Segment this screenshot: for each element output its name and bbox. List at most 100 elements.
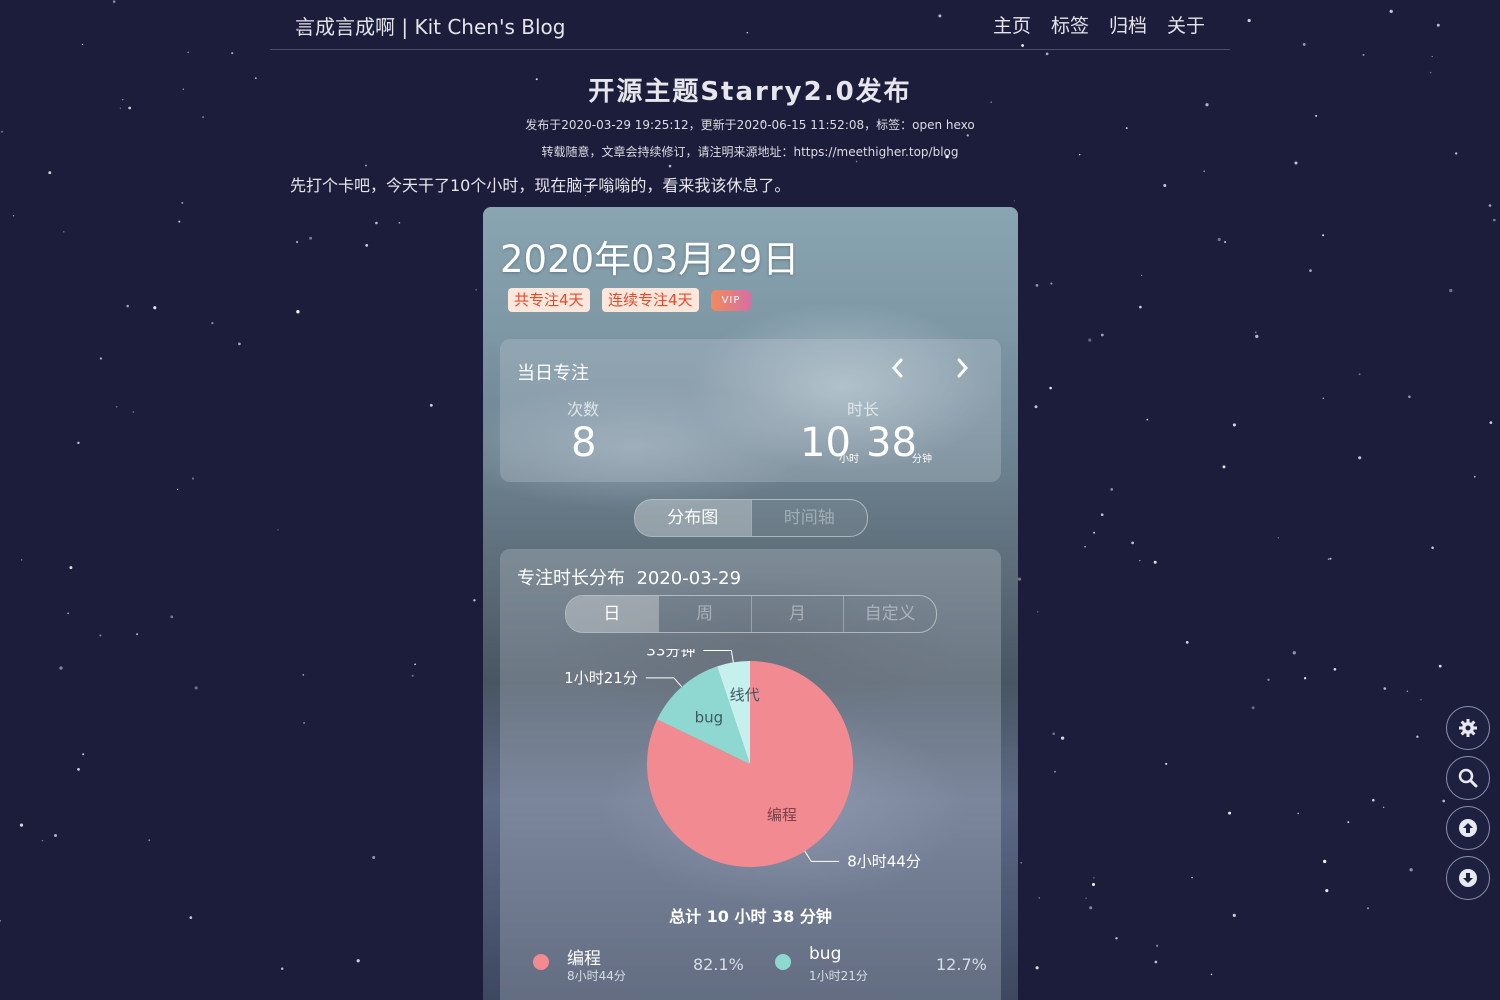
star <box>1303 677 1307 680</box>
star <box>126 304 129 308</box>
star <box>1277 537 1279 539</box>
arrow-down-icon <box>1459 869 1477 887</box>
star <box>1038 897 1041 899</box>
range-custom[interactable]: 自定义 <box>843 596 936 632</box>
star <box>1247 18 1251 23</box>
settings-button[interactable] <box>1446 706 1490 750</box>
legend-name: bug <box>809 944 842 964</box>
star <box>1333 667 1337 671</box>
nav-about[interactable]: 关于 <box>1167 11 1205 38</box>
slice-leader-line <box>645 677 683 688</box>
star <box>1442 799 1446 803</box>
star <box>62 230 65 233</box>
distribution-title: 专注时长分布 2020-03-29 <box>517 564 741 590</box>
star <box>1329 557 1332 560</box>
star <box>1431 55 1433 58</box>
star <box>429 403 433 407</box>
star <box>356 959 360 963</box>
slice-value-label: 1小时21分 <box>564 669 638 687</box>
post-meta-license: 转载随意，文章会持续修订，请注明来源地址：https://meethigher.… <box>541 145 959 159</box>
star <box>1251 706 1255 710</box>
star <box>1088 338 1092 342</box>
nav-archive[interactable]: 归档 <box>1109 11 1147 38</box>
focus-pie-chart: 编程 8小时44分 bug 1小时21分线代 33分钟 <box>564 649 921 870</box>
star <box>1383 687 1387 690</box>
search-button[interactable] <box>1446 756 1490 800</box>
star <box>414 663 416 666</box>
star <box>187 51 189 53</box>
view-toggle: 分布图 时间轴 <box>634 499 868 537</box>
star <box>1267 678 1270 682</box>
star <box>1084 545 1086 548</box>
star <box>1035 966 1039 970</box>
star <box>81 43 84 46</box>
star <box>1416 735 1419 738</box>
star <box>1100 333 1104 337</box>
star <box>1100 513 1104 516</box>
site-title[interactable]: 言成言成啊 | Kit Chen's Blog <box>295 11 565 40</box>
star <box>1438 664 1442 668</box>
star <box>181 201 184 204</box>
star <box>1191 876 1193 879</box>
star <box>1431 546 1434 550</box>
star <box>668 164 672 168</box>
star <box>1292 651 1296 655</box>
star <box>1222 465 1226 469</box>
star <box>1309 269 1312 272</box>
star <box>1054 770 1056 773</box>
legend-percent: 12.7% <box>936 955 987 974</box>
star <box>1017 577 1022 581</box>
main-nav: 主页 标签 归档 关于 <box>993 11 1205 38</box>
scroll-bottom-button[interactable] <box>1446 856 1490 900</box>
range-month[interactable]: 月 <box>750 596 844 632</box>
star <box>1060 736 1065 740</box>
star <box>1436 23 1440 27</box>
star <box>136 633 139 636</box>
range-day[interactable]: 日 <box>566 596 658 632</box>
star <box>1020 862 1022 864</box>
star <box>1347 821 1350 824</box>
nav-tags[interactable]: 标签 <box>1051 11 1089 38</box>
legend-percent: 82.1% <box>693 955 744 974</box>
daily-focus-title: 当日专注 <box>517 363 589 384</box>
star <box>177 488 179 490</box>
legend-dot <box>533 954 549 970</box>
tab-distribution[interactable]: 分布图 <box>635 500 751 536</box>
scroll-top-button[interactable] <box>1446 806 1490 850</box>
star <box>1089 906 1093 910</box>
duration-minutes: 38 <box>866 420 917 466</box>
legend-duration: 8小时44分 <box>567 969 626 983</box>
vip-badge: VIP <box>711 290 751 311</box>
legend-duration: 1小时21分 <box>809 969 868 983</box>
hours-unit: 小时 <box>839 454 859 465</box>
star <box>1224 240 1227 244</box>
badge-total-days: 共专注4天 <box>508 288 590 312</box>
star <box>1115 937 1118 940</box>
star <box>1322 397 1325 400</box>
slice-value-label: 8小时44分 <box>847 852 921 870</box>
star <box>59 666 63 670</box>
star <box>309 236 313 240</box>
slice-name-label: bug <box>695 709 724 727</box>
star <box>1045 52 1049 56</box>
post-paragraph: 先打个卡吧，今天干了10个小时，现在脑子嗡嗡的，看来我该休息了。 <box>290 176 791 195</box>
star <box>966 134 969 137</box>
range-week[interactable]: 周 <box>657 596 751 632</box>
star <box>191 477 195 480</box>
star <box>1389 9 1393 14</box>
nav-home[interactable]: 主页 <box>993 11 1031 38</box>
star <box>69 566 73 570</box>
star <box>303 721 306 724</box>
star <box>302 674 305 676</box>
star <box>1154 960 1158 964</box>
chevron-left-icon[interactable] <box>890 357 904 385</box>
post-meta-dates: 发布于2020-03-29 19:25:12，更新于2020-06-15 11:… <box>525 118 975 132</box>
distribution-date: 2020-03-29 <box>636 568 742 589</box>
chevron-right-icon[interactable] <box>956 357 970 385</box>
star <box>365 244 369 247</box>
star <box>1052 732 1055 735</box>
tab-timeline[interactable]: 时间轴 <box>750 500 868 536</box>
star <box>1362 53 1365 56</box>
star <box>1163 184 1167 187</box>
star <box>77 441 80 445</box>
